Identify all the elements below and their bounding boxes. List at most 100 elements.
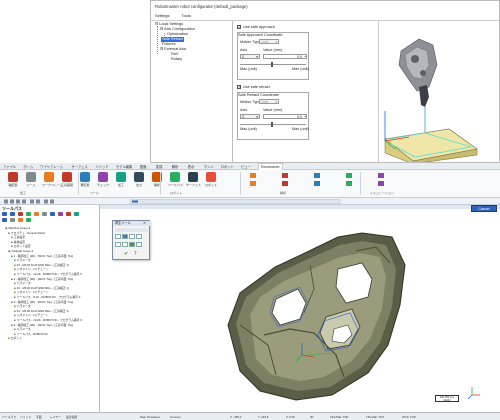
ribbon-tab[interactable]: Robotmaster (257, 163, 283, 170)
cancel-button[interactable]: Cancel (471, 205, 497, 212)
toolpath-tree-item[interactable]: ▪ 4 - 輪郭加工 (2D) - [WCS: Top] - [工具平面: To… (11, 323, 73, 327)
ribbon-button[interactable]: 再配置 (78, 172, 92, 187)
ribbon-tab[interactable]: ビュー (241, 164, 251, 169)
dialog-step-forward-button[interactable] (129, 234, 135, 239)
panel-tool-icon[interactable] (26, 212, 31, 216)
dialog-option-3-button[interactable] (129, 242, 135, 247)
toolpath-tree-item[interactable]: ▪ 2 - 輪郭加工 (2D) - [WCS: Top] - [工具平面: To… (11, 277, 73, 281)
approach-motion-type-select[interactable]: Joint (259, 39, 279, 44)
menu-tools[interactable]: Tools (181, 13, 190, 18)
ribbon-small-icon[interactable] (282, 181, 288, 186)
approach-slider-thumb[interactable] (271, 62, 273, 67)
toolpath-tree-item[interactable]: ▪ 1 - 輪郭加工 (2D) - [WCS: Top] - [工具平面: To… (11, 254, 73, 258)
ribbon-tab[interactable]: サーフェス (71, 164, 87, 169)
ribbon-tab[interactable]: モデル編集 (116, 164, 132, 169)
tree-item-rotary[interactable]: Rotary (171, 57, 182, 62)
toolpath-tree-item[interactable]: ▪ 工具設定 (11, 235, 25, 239)
ribbon-small-icon[interactable] (314, 181, 320, 186)
ribbon-tab[interactable]: 変換 (156, 164, 163, 169)
retract-motion-type-select[interactable]: Joint (259, 99, 279, 104)
menu-settings[interactable]: Settings (155, 13, 169, 18)
ribbon-small-icon[interactable] (250, 181, 256, 186)
ribbon-button[interactable]: ツール (24, 172, 38, 187)
ribbon-button[interactable]: ワークフレーム (42, 172, 63, 187)
toolpath-tree-item[interactable]: ▪ #1 - M6.00 FLAT END MILL - [工具補正 1] (14, 263, 69, 267)
toolpath-tree-item[interactable]: ▪ ツールパス - 8.1K - ROBOT.NC - プログラム番号 0 (14, 295, 80, 299)
panel-tool-icon[interactable] (26, 218, 31, 222)
ribbon-button[interactable]: 出力 (132, 172, 146, 187)
safe-retract-checkbox[interactable] (237, 84, 241, 89)
toolpath-tree-item[interactable]: ▪ ジオメトリ - (1) チェーン (14, 313, 49, 317)
ribbon-small-icon[interactable] (378, 173, 384, 178)
toolpath-tree-item[interactable]: ▪ #1 - M6.00 FLAT END MILL - [工具補正 1] (14, 286, 69, 290)
ribbon-button[interactable]: ツールパス (168, 172, 183, 187)
dialog-play-button[interactable] (122, 234, 128, 239)
panel-tool-icon[interactable] (18, 218, 23, 222)
status-item[interactable]: 最近使用 (66, 415, 77, 419)
approach-value-input[interactable]: 0.0 (263, 54, 307, 59)
ribbon-tab[interactable]: マシン (204, 164, 214, 169)
ribbon-tab[interactable]: 解析 (172, 164, 179, 169)
panel-tool-icon[interactable] (66, 212, 71, 216)
ribbon-small-icon[interactable] (346, 181, 352, 186)
ribbon-small-icon[interactable] (378, 181, 384, 186)
status-item[interactable]: ソリッド (20, 415, 31, 419)
dialog-close-icon[interactable]: ✕ (143, 221, 146, 225)
retract-axis-select[interactable]: Z (240, 114, 260, 119)
status-item[interactable]: Gnomon (170, 415, 181, 419)
retract-value-input[interactable]: 0.0 (263, 114, 307, 119)
ribbon-button[interactable]: サーフェス (186, 172, 201, 187)
ribbon-button[interactable]: 加工 (114, 172, 128, 187)
panel-tool-icon[interactable] (74, 212, 79, 216)
toolpath-tree-item[interactable]: ▪ ツールパス - 12.4K - ROBOT.NC - プログラム番号 0 (14, 272, 82, 276)
toolpath-tree-item[interactable]: ▪ プロパティ - Generic Robot (8, 231, 45, 235)
approach-axis-select[interactable]: Z (240, 54, 260, 59)
toolpath-tree-item[interactable]: ▪ パラメータ (14, 258, 31, 262)
toolpath-tree-item[interactable]: ▪ ロボット設定 (11, 244, 31, 248)
ribbon-button[interactable]: 解析 (150, 172, 164, 187)
panel-tool-icon[interactable] (18, 212, 23, 216)
dialog-option-1-button[interactable] (115, 242, 121, 247)
dialog-help-icon[interactable]: ? (134, 251, 137, 257)
toolpath-tree-item[interactable]: ▪ #1 - M6.00 FLAT END MILL - [工具補正 1] (14, 309, 69, 313)
ribbon-button[interactable]: ロボット (204, 172, 218, 187)
ribbon-small-icon[interactable] (314, 173, 320, 178)
toolpath-tree-item[interactable]: ▪ 素材設定 (11, 240, 25, 244)
toolpath-tree-item[interactable]: ▣ Toolpath Group-1 (8, 249, 33, 253)
toolpath-tree-item[interactable]: ▪ パラメータ (14, 327, 31, 331)
toolpath-tree-item[interactable]: ▪ ジオメトリ - (1) チェーン (14, 290, 49, 294)
panel-tool-icon[interactable] (10, 218, 15, 222)
status-item[interactable]: 平面 (36, 415, 42, 419)
ribbon-tab[interactable]: ワイヤフレーム (40, 164, 63, 169)
robot-preview-viewport[interactable] (381, 21, 499, 162)
panel-tool-icon[interactable] (58, 212, 63, 216)
status-item[interactable]: ツールパス (2, 415, 16, 419)
ribbon-small-icon[interactable] (250, 173, 256, 178)
panel-tool-icon[interactable] (42, 212, 47, 216)
ribbon-small-icon[interactable] (282, 173, 288, 178)
ribbon-tab[interactable]: 表示 (188, 164, 195, 169)
panel-tool-icon[interactable] (10, 212, 15, 216)
toolpath-tree-item[interactable]: ▣ Machine Group-1 (5, 226, 30, 230)
dialog-step-back-button[interactable] (115, 234, 121, 239)
toolpath-tree-item[interactable]: ▪ パラメータ (14, 304, 31, 308)
toolpath-tree-item[interactable]: ▪ ツールパス - 10.2K - ROBOT.NC - プログラム番号 0 (14, 318, 82, 322)
graphics-viewport[interactable]: 再生ツール ✕ ✔ ? 100.000 mm Metric (100, 205, 500, 412)
status-item[interactable]: レイヤー (50, 415, 61, 419)
status-item[interactable]: Main Viewsheet (140, 415, 160, 419)
ribbon-button[interactable]: 工具座標 (60, 172, 74, 187)
panel-tool-icon[interactable] (2, 218, 7, 222)
ribbon-small-icon[interactable] (346, 173, 352, 178)
safe-approach-checkbox[interactable] (237, 24, 241, 29)
panel-tool-icon[interactable] (2, 212, 7, 216)
dialog-ok-icon[interactable]: ✔ (124, 251, 128, 257)
retract-slider-thumb[interactable] (271, 122, 273, 127)
ribbon-tab[interactable]: ソリッド (95, 164, 108, 169)
toolpath-tree-item[interactable]: ▪ 3 - 輪郭加工 (2D) - [WCS: Top] - [工具平面: To… (11, 300, 73, 304)
panel-tool-icon[interactable] (50, 212, 55, 216)
panel-tool-icon[interactable] (34, 212, 39, 216)
ribbon-tab[interactable]: 図面 (140, 164, 147, 169)
ribbon-button[interactable]: 軸配置 (6, 172, 20, 187)
dialog-stop-button[interactable] (136, 234, 142, 239)
dialog-option-2-button[interactable] (122, 242, 128, 247)
